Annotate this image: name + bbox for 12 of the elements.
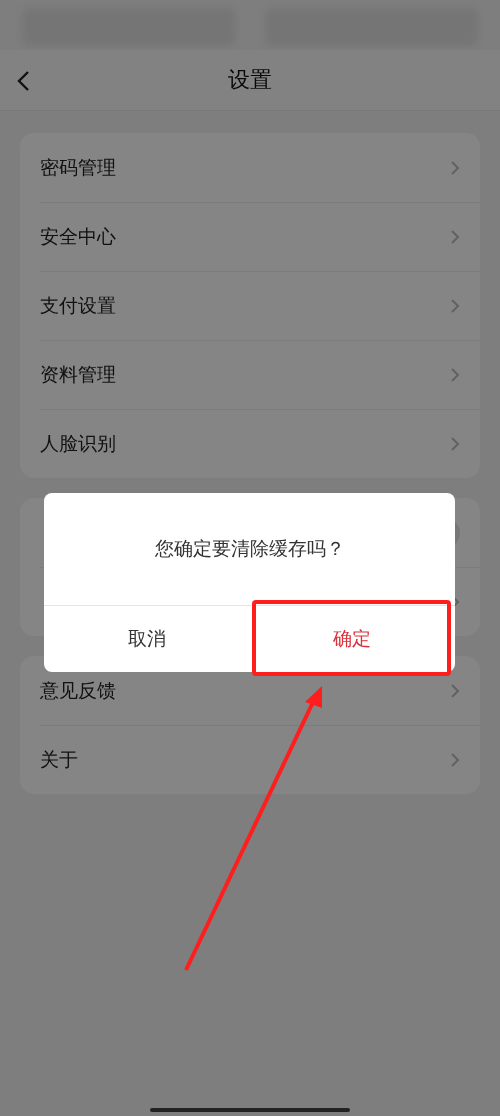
settings-item[interactable]: 密码管理 — [40, 154, 116, 181]
settings-item[interactable]: 安全中心 — [40, 224, 116, 250]
settings-item[interactable]: 人脸识别 — [40, 431, 116, 457]
back-icon[interactable] — [16, 70, 30, 92]
settings-item[interactable]: 意见反馈 — [40, 677, 116, 704]
page-title: 设置 — [228, 66, 272, 94]
dialog-message: 您确定要清除缓存吗？ — [154, 536, 345, 561]
confirm-button[interactable]: 确定 — [249, 606, 455, 672]
settings-item[interactable]: 资料管理 — [40, 362, 116, 388]
settings-item[interactable]: 支付设置 — [40, 293, 116, 319]
cancel-button[interactable]: 取消 — [44, 606, 250, 672]
settings-item[interactable]: 关于 — [40, 747, 78, 773]
